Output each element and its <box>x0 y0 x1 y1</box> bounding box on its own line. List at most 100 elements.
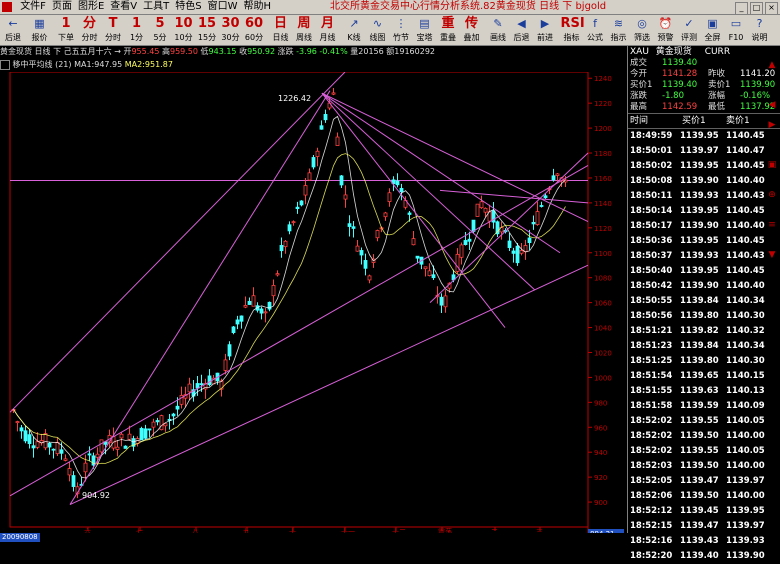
toolbar-button[interactable]: 重重叠 <box>437 15 459 45</box>
maximize-icon[interactable]: □ <box>750 2 763 15</box>
kline-chart[interactable]: 900 920 940 960 980 1000 1020 1040 1060 1080 1100 1… <box>0 71 625 538</box>
nav-zoom-icon[interactable]: ⊕ <box>764 190 780 204</box>
app-icon[interactable] <box>2 2 12 12</box>
toolbar-button[interactable]: 1 下单 <box>55 15 77 45</box>
toolbar-button[interactable]: 日日线 <box>270 15 292 45</box>
kline-chart-svg[interactable]: 900 920 940 960 980 1000 1020 1040 1060 1080 1100 1… <box>0 71 625 538</box>
menu-item[interactable]: 查看V <box>107 0 140 14</box>
tick-row[interactable]: 18:50:02 1139.95 1140.45 <box>628 159 780 174</box>
toolbar-button[interactable]: ▣ 全屏 <box>702 15 724 45</box>
tick-row[interactable]: 18:51:25 1139.80 1140.30 <box>628 354 780 369</box>
toolbar-button[interactable]: ✓ 评测 <box>678 15 700 45</box>
toolbar-button[interactable]: 10 10分 <box>173 15 195 45</box>
ma2-line <box>13 153 566 465</box>
y-tick-label: 1160 <box>594 175 612 183</box>
tick-row[interactable]: 18:51:58 1139.59 1140.09 <box>628 399 780 414</box>
candle-body <box>515 245 520 264</box>
tick-buy: 1139.97 <box>680 146 719 156</box>
toolbar-button[interactable]: 传叠加 <box>461 15 483 45</box>
tick-row[interactable]: 18:52:05 1139.47 1139.97 <box>628 474 780 489</box>
tick-row[interactable]: 18:52:03 1139.50 1140.00 <box>628 459 780 474</box>
tick-row[interactable]: 18:52:06 1139.50 1140.00 <box>628 489 780 504</box>
tick-row[interactable]: 18:50:40 1139.95 1140.45 <box>628 264 780 279</box>
toolbar-button[interactable]: RSI 指标 <box>561 15 585 45</box>
nav-list-icon[interactable]: ≡ <box>764 220 780 234</box>
toolbar-button-label: F10 <box>728 33 744 42</box>
indicator-param: (21) <box>55 60 72 69</box>
toolbar-button[interactable]: 15 15分 <box>196 15 218 45</box>
nav-down-icon[interactable]: ▼ <box>764 250 780 264</box>
menu-item[interactable]: 页面 <box>49 0 75 14</box>
toolbar-button[interactable]: ? 说明 <box>749 15 771 45</box>
menu-item[interactable]: 文件F <box>17 0 49 14</box>
tick-row[interactable]: 18:52:15 1139.47 1139.97 <box>628 519 780 534</box>
tick-row[interactable]: 18:50:37 1139.93 1140.43 <box>628 249 780 264</box>
tick-row[interactable]: 18:51:23 1139.84 1140.34 <box>628 339 780 354</box>
nav-right-icon[interactable]: ▶ <box>764 120 780 134</box>
tick-row[interactable]: 18:52:02 1139.55 1140.05 <box>628 444 780 459</box>
tick-row[interactable]: 18:50:14 1139.95 1140.45 <box>628 204 780 219</box>
tick-row[interactable]: 18:52:20 1139.40 1139.90 <box>628 549 780 564</box>
toolbar-button[interactable]: ✎ 画线 <box>487 15 509 45</box>
toolbar-button[interactable]: ◀ 后退 <box>511 15 533 45</box>
menu-item[interactable]: 帮助H <box>240 0 274 14</box>
toolbar-button[interactable]: ⋮ 竹节 <box>390 15 412 45</box>
toolbar-button[interactable]: ▭ F10 <box>725 15 747 45</box>
tick-row[interactable]: 18:50:01 1139.97 1140.47 <box>628 144 780 159</box>
toolbar-button[interactable]: 1 1分 <box>126 15 148 45</box>
candle-body <box>335 136 340 146</box>
tick-row[interactable]: 18:52:02 1139.55 1140.05 <box>628 414 780 429</box>
tick-row[interactable]: 18:51:21 1139.82 1140.32 <box>628 324 780 339</box>
toolbar-button-label: 指示 <box>610 33 627 42</box>
tick-row[interactable]: 18:51:54 1139.65 1140.15 <box>628 369 780 384</box>
nav-up-icon[interactable]: ▲ <box>764 60 780 74</box>
tick-row[interactable]: 18:52:02 1139.50 1140.00 <box>628 429 780 444</box>
toolbar-button[interactable]: ↗ K线 <box>343 15 365 45</box>
tick-row[interactable]: 18:50:42 1139.90 1140.40 <box>628 279 780 294</box>
toolbar-button[interactable]: 60 60分 <box>243 15 265 45</box>
tick-buy: 1139.90 <box>680 281 719 291</box>
toolbar-button[interactable]: 30 30分 <box>220 15 242 45</box>
minimize-icon[interactable]: _ <box>735 2 748 15</box>
toolbar-button[interactable]: ∿ 线图 <box>367 15 389 45</box>
tick-row[interactable]: 18:50:56 1139.80 1140.30 <box>628 309 780 324</box>
toolbar-button[interactable]: ◎ 筛选 <box>631 15 653 45</box>
nav-left-icon[interactable]: ◀ <box>764 100 780 114</box>
high-value: 959.50 <box>169 47 198 56</box>
toolbar-button[interactable]: ▤ 宝塔 <box>414 15 436 45</box>
toolbar-button[interactable]: ← 后退 <box>2 15 24 45</box>
menu-item[interactable]: 窗口W <box>205 0 241 14</box>
tick-row[interactable]: 18:50:08 1139.90 1140.40 <box>628 174 780 189</box>
toolbar-button[interactable]: 周周线 <box>293 15 315 45</box>
toolbar-button[interactable]: ▶ 前进 <box>534 15 556 45</box>
toolbar-button[interactable]: ≋ 指示 <box>608 15 630 45</box>
tick-row[interactable]: 18:50:11 1139.93 1140.43 <box>628 189 780 204</box>
toolbar-button[interactable]: ⏰ 预警 <box>655 15 677 45</box>
toolbar-button[interactable]: 5 5分 <box>149 15 171 45</box>
tick-buy: 1139.95 <box>680 131 719 141</box>
tick-row[interactable]: 18:49:59 1139.95 1140.45 <box>628 129 780 144</box>
menu-item[interactable]: 图形E <box>75 0 107 14</box>
indicator-icon[interactable] <box>0 59 10 70</box>
nav-page-icon[interactable]: ▣ <box>764 160 780 174</box>
candle-body <box>171 413 176 417</box>
indicator-name[interactable]: 移中平均线 <box>13 60 53 69</box>
toolbar-button[interactable]: f 公式 <box>584 15 606 45</box>
toolbar-button[interactable]: 分分时 <box>79 15 101 45</box>
toolbar-button[interactable]: ▦ 报价 <box>29 15 51 45</box>
toolbar-button[interactable]: 月月线 <box>317 15 339 45</box>
tick-row[interactable]: 18:50:36 1139.95 1140.45 <box>628 234 780 249</box>
close-icon[interactable]: × <box>765 2 778 15</box>
tick-row[interactable]: 18:51:55 1139.63 1140.13 <box>628 384 780 399</box>
tick-buy: 1139.80 <box>680 356 719 366</box>
toolbar-button-icon: T <box>108 16 118 31</box>
tick-row[interactable]: 18:50:55 1139.84 1140.34 <box>628 294 780 309</box>
tick-table[interactable]: 18:49:59 1139.95 1140.45 18:50:01 1139.97 114… <box>628 129 780 564</box>
tick-row[interactable]: 18:50:17 1139.90 1140.40 <box>628 219 780 234</box>
menu-item[interactable]: 特色S <box>172 0 204 14</box>
toolbar-button[interactable]: T 分时 <box>102 15 124 45</box>
tick-buy: 1139.47 <box>680 521 719 531</box>
tick-row[interactable]: 18:52:12 1139.45 1139.95 <box>628 504 780 519</box>
tick-buy: 1139.90 <box>680 221 719 231</box>
menu-item[interactable]: 工具T <box>140 0 172 14</box>
